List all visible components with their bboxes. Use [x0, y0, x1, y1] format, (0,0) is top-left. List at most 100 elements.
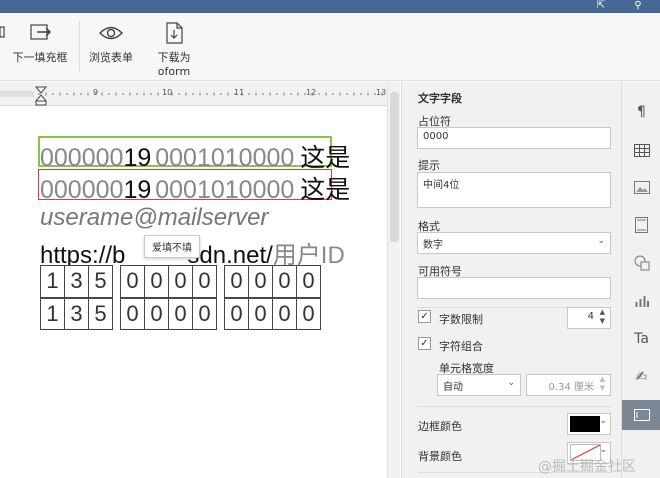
line-2: 00000019 0001010000 这是: [40, 170, 350, 206]
scrollbar-thumb[interactable]: [390, 92, 399, 242]
chevron-down-icon: ⌄: [597, 236, 605, 246]
ruler-number: 9: [93, 88, 99, 97]
ruler-number: 11: [234, 88, 245, 97]
open-location-icon[interactable]: ⇱: [594, 0, 608, 11]
previous-field-icon: [0, 21, 6, 45]
watermark: @掘土掘金社区: [538, 459, 636, 475]
comb-cell: 0: [248, 298, 273, 330]
comb-cell: 0: [168, 265, 193, 298]
comb-cell: 1: [40, 298, 65, 330]
inline-text: 这是: [300, 176, 351, 204]
field-digits: 000000: [40, 144, 124, 172]
view-form-button[interactable]: 浏览表单: [88, 21, 134, 65]
spinner-arrows-icon[interactable]: ▲ ▼: [600, 375, 605, 393]
comb-cell: 0: [296, 265, 321, 298]
comb-cell: 5: [88, 265, 113, 298]
comb-field-row-2[interactable]: 1 3 5 0 0 0 0 0 0 0 0: [40, 298, 321, 330]
comb-cell: 0: [192, 298, 217, 330]
field-digits: 0001010000: [155, 144, 295, 172]
ruler-number: 13: [376, 88, 387, 97]
text-art-icon[interactable]: Ta: [622, 324, 660, 354]
table-icon[interactable]: [622, 135, 660, 165]
ruler-ticks: [0, 86, 383, 106]
tip-label: 提示: [418, 159, 440, 172]
comb-cell: 0: [248, 265, 273, 298]
next-field-label: 下一填充框: [12, 51, 68, 64]
char-limit-checkbox[interactable]: ✓: [418, 310, 431, 323]
comb-cell: 0: [224, 265, 249, 298]
chevron-down-icon: ⌄: [507, 378, 515, 388]
paragraph-icon[interactable]: ¶: [622, 97, 660, 127]
email-field[interactable]: userame@mailserver: [40, 204, 268, 232]
comb-cell: 5: [88, 298, 113, 330]
comb-field-row-1[interactable]: 1 3 5 0 0 0 0 0 0 0 0: [40, 265, 321, 298]
form-field-icon[interactable]: [622, 400, 660, 430]
border-color-label: 边框颜色: [418, 420, 462, 433]
comb-cell: 0: [272, 265, 297, 298]
toolbar-separator: [79, 21, 80, 71]
panel-divider: [417, 406, 611, 407]
comb-cell: 0: [144, 265, 169, 298]
header-footer-icon[interactable]: [622, 210, 660, 240]
cell-width-spinner[interactable]: 0.34 厘米 ▲ ▼: [526, 374, 611, 396]
title-bar: ⇱ ⚲: [0, 0, 660, 13]
field-digits: 0001010000: [155, 176, 295, 204]
char-limit-spinner[interactable]: 4 ▲ ▼: [567, 307, 611, 329]
comb-cell: 0: [120, 265, 145, 298]
comb-label: 字符组合: [439, 340, 483, 353]
chevron-down-icon: ⌄: [599, 445, 607, 455]
next-field-button[interactable]: 下一填充框: [10, 21, 70, 65]
comb-cell: 0: [120, 298, 145, 330]
right-icon-bar: ¶ Ta ✍: [621, 82, 660, 478]
border-color-swatch: [570, 416, 600, 432]
allowed-symbols-input[interactable]: [417, 277, 611, 299]
comb-cell: 0: [296, 298, 321, 330]
comb-cell: 0: [192, 265, 217, 298]
field-tooltip: 爱填不填: [144, 235, 200, 258]
signature-icon[interactable]: ✍: [622, 362, 660, 392]
field-digits: 19: [123, 176, 152, 204]
search-icon[interactable]: ⚲: [631, 0, 645, 11]
comb-cell: 3: [64, 298, 89, 330]
cell-width-mode-select[interactable]: 自动 ⌄: [437, 374, 521, 396]
horizontal-ruler[interactable]: 9 10 11 12 13: [0, 82, 387, 106]
chart-icon[interactable]: [622, 286, 660, 316]
placeholder-input[interactable]: 0000: [417, 127, 611, 149]
text-field-settings-panel: 文字字段 占位符 0000 提示 中间4位 格式 数字 ⌄ 可用符号 ✓ 字数限…: [401, 82, 621, 478]
bg-color-label: 背景颜色: [418, 450, 462, 463]
cell-width-value: 0.34 厘米: [548, 382, 594, 393]
download-oform-button[interactable]: 下载为oform: [142, 21, 206, 78]
ruler-number: 12: [306, 88, 317, 97]
cell-width-mode-value: 自动: [443, 382, 463, 393]
chevron-down-icon: ⌄: [599, 416, 607, 426]
download-oform-label: 下载为oform: [157, 51, 191, 78]
next-field-icon: [10, 21, 70, 45]
previous-field-button[interactable]: [0, 21, 6, 49]
image-icon[interactable]: [622, 172, 660, 202]
panel-title: 文字字段: [418, 92, 462, 105]
eye-icon: [88, 21, 134, 45]
field-digits: 000000: [40, 176, 124, 204]
inline-text: 这是: [300, 144, 351, 172]
comb-checkbox[interactable]: ✓: [418, 337, 431, 350]
view-form-label: 浏览表单: [89, 51, 133, 64]
comb-cell: 0: [272, 298, 297, 330]
download-document-icon: [142, 21, 206, 45]
border-color-picker[interactable]: ⌄: [567, 413, 611, 435]
format-value: 数字: [423, 240, 443, 251]
shape-icon[interactable]: [622, 248, 660, 278]
format-select[interactable]: 数字 ⌄: [417, 232, 611, 254]
comb-cell: 0: [144, 298, 169, 330]
spinner-arrows-icon[interactable]: ▲ ▼: [600, 308, 605, 326]
document-canvas[interactable]: 00000019 0001010000 这是 00000019 0001010000 这…: [0, 106, 387, 478]
field-digits: 19: [123, 144, 152, 172]
document-scrollbar[interactable]: [387, 82, 400, 478]
comb-cell: 0: [224, 298, 249, 330]
tip-textarea[interactable]: 中间4位: [417, 172, 611, 208]
char-limit-label: 字数限制: [439, 313, 483, 326]
comb-cell: 0: [168, 298, 193, 330]
comb-cell: 3: [64, 265, 89, 298]
char-limit-value: 4: [587, 311, 594, 322]
ruler-number: 10: [162, 88, 173, 97]
toolbar: 下一填充框 浏览表单 下载为oform: [0, 13, 660, 81]
